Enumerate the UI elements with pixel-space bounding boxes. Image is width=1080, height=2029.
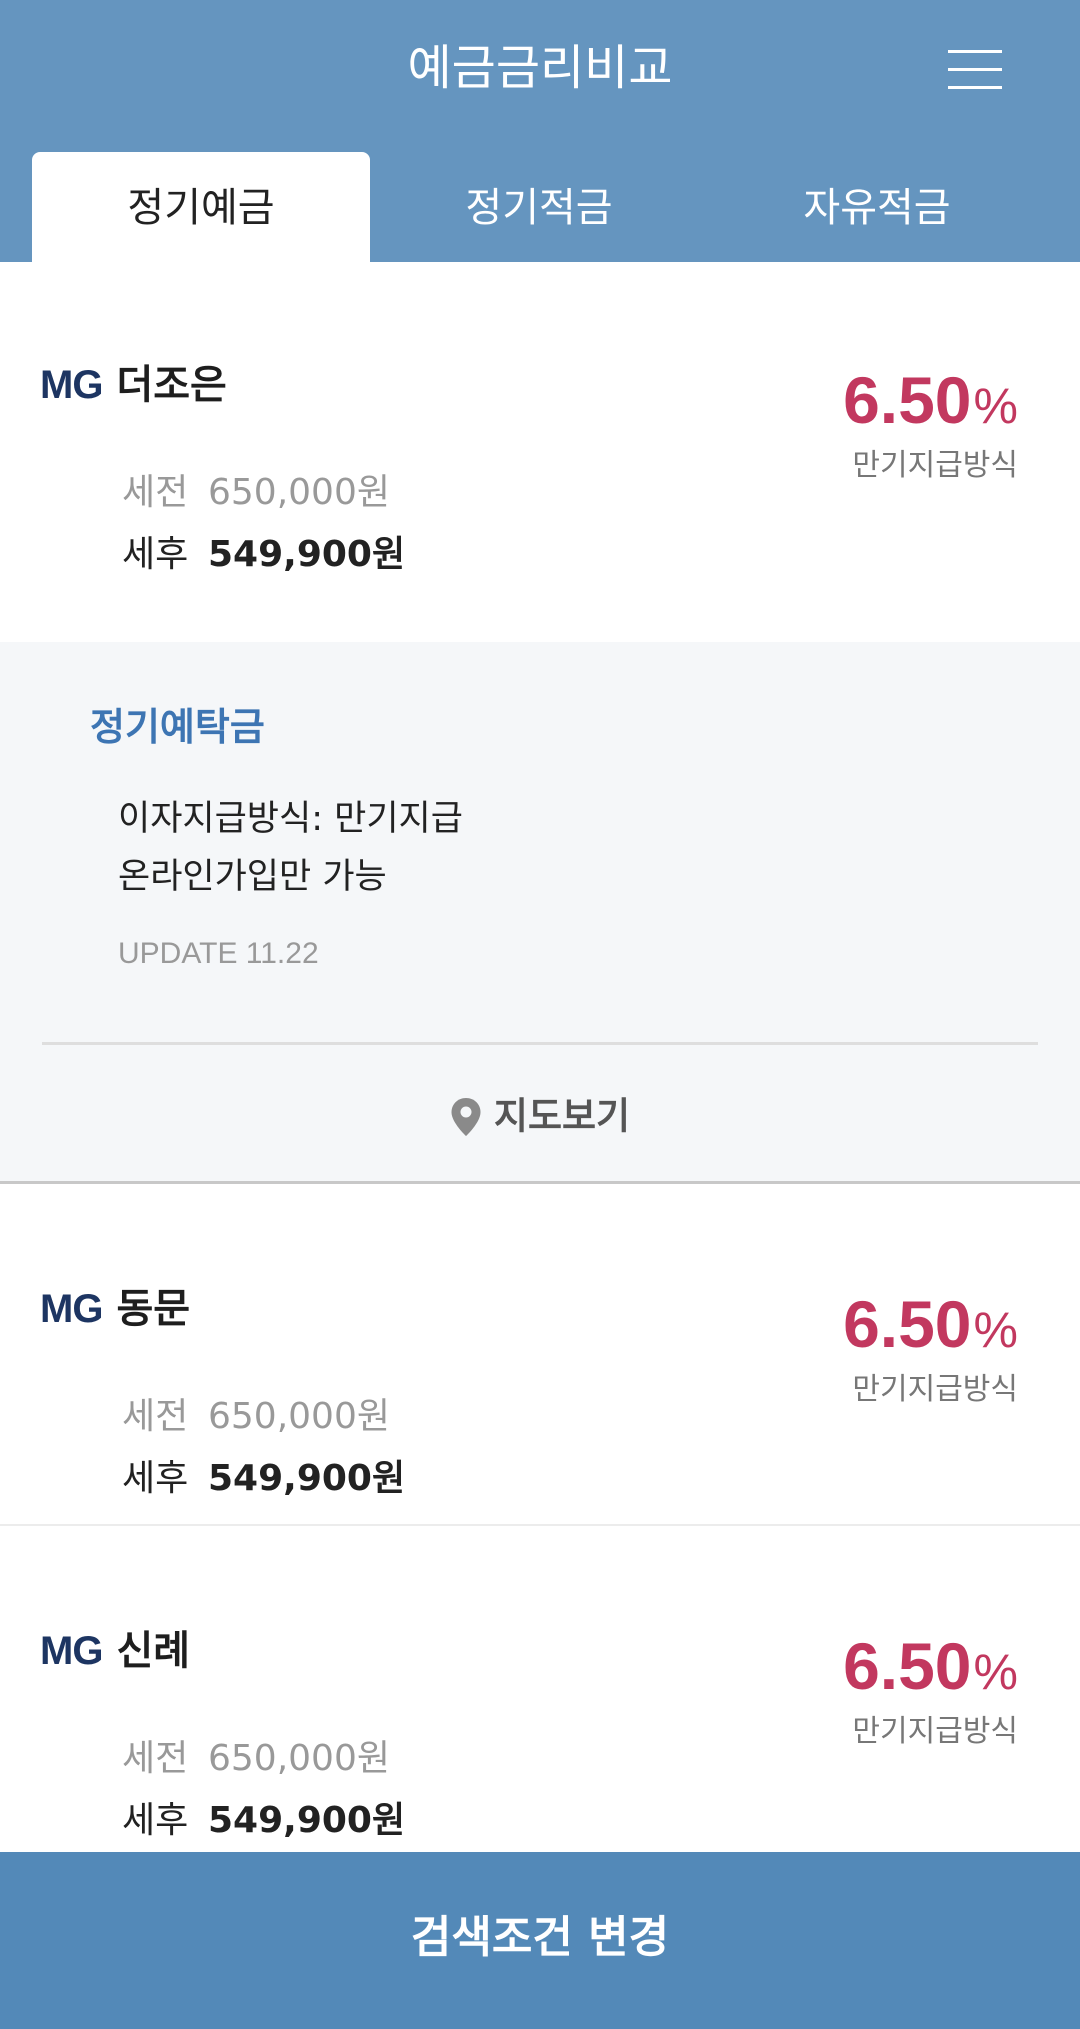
mg-logo: MG <box>40 363 103 407</box>
pre-tax-amount: 650,000원 <box>208 1738 390 1779</box>
rate-value: 6.50 <box>843 1629 972 1703</box>
rate-card[interactable]: MG 신례 세전 650,000원 세후 549,900원 6.50% 만기지급방식 <box>0 1528 1080 1852</box>
pre-tax-amount: 650,000원 <box>208 472 390 513</box>
product-tabs: 정기예금 정기적금 자유적금 <box>0 152 1080 262</box>
change-search-label: 검색조건 변경 <box>410 1912 670 1963</box>
product-detail-panel: 정기예탁금 이자지급방식: 만기지급 온라인가입만 가능 UPDATE 11.2… <box>0 642 1080 1184</box>
map-pin-icon <box>451 1097 481 1136</box>
post-tax-amount: 549,900원 <box>208 1800 406 1841</box>
mg-logo: MG <box>40 1287 103 1331</box>
page-title: 예금금리비교 <box>407 40 673 96</box>
interest-rate: 6.50% <box>843 1286 1018 1368</box>
rate-unit: % <box>973 378 1018 434</box>
post-tax-label: 세후 <box>122 534 189 575</box>
interest-rate: 6.50% <box>843 362 1018 444</box>
menu-line <box>948 50 1002 53</box>
pre-tax-label: 세전 <box>122 1738 189 1779</box>
branch-name: 더조은 <box>116 362 227 408</box>
menu-line <box>948 68 1002 71</box>
branch-name: 신례 <box>116 1628 191 1674</box>
mg-logo: MG <box>40 1629 103 1673</box>
post-tax-row: 세후 549,900원 <box>122 530 405 580</box>
view-map-label: 지도보기 <box>493 1094 631 1138</box>
rate-card[interactable]: MG 더조은 세전 650,000원 세후 549,900원 6.50% 만기지급방식 <box>0 262 1080 642</box>
tab-free-savings[interactable]: 자유적금 <box>708 152 1046 262</box>
post-tax-row: 세후 549,900원 <box>122 1796 405 1846</box>
online-only-info: 온라인가입만 가능 <box>118 857 387 897</box>
tab-fixed-deposit[interactable]: 정기예금 <box>32 152 370 262</box>
divider <box>42 1042 1038 1045</box>
pre-tax-label: 세전 <box>122 472 189 513</box>
bank-name: MG 신례 <box>40 1626 190 1676</box>
rate-card[interactable]: MG 동문 세전 650,000원 세후 549,900원 6.50% 만기지급방식 <box>0 1186 1080 1526</box>
bank-name: MG 동문 <box>40 1284 190 1334</box>
rate-unit: % <box>973 1302 1018 1358</box>
app-header: 예금금리비교 정기예금 정기적금 자유적금 <box>0 0 1080 262</box>
bank-name: MG 더조은 <box>40 360 227 410</box>
tab-installment-savings[interactable]: 정기적금 <box>370 152 708 262</box>
post-tax-label: 세후 <box>122 1800 189 1841</box>
hamburger-menu-icon[interactable] <box>948 42 1010 94</box>
rate-value: 6.50 <box>843 363 972 437</box>
rate-value: 6.50 <box>843 1287 972 1361</box>
pre-tax-label: 세전 <box>122 1396 189 1437</box>
post-tax-row: 세후 549,900원 <box>122 1454 405 1504</box>
rate-unit: % <box>973 1644 1018 1700</box>
pre-tax-row: 세전 650,000원 <box>122 1734 390 1784</box>
branch-name: 동문 <box>116 1286 191 1332</box>
post-tax-amount: 549,900원 <box>208 1458 406 1499</box>
payment-method: 만기지급방식 <box>852 448 1018 483</box>
view-map-button[interactable]: 지도보기 <box>0 1052 1080 1182</box>
interest-rate: 6.50% <box>843 1628 1018 1710</box>
menu-line <box>948 86 1002 89</box>
interest-payment-info: 이자지급방식: 만기지급 <box>118 799 463 839</box>
change-search-button[interactable]: 검색조건 변경 <box>0 1852 1080 2029</box>
product-name: 정기예탁금 <box>90 705 265 749</box>
post-tax-amount: 549,900원 <box>208 534 406 575</box>
payment-method: 만기지급방식 <box>852 1372 1018 1407</box>
pre-tax-amount: 650,000원 <box>208 1396 390 1437</box>
payment-method: 만기지급방식 <box>852 1714 1018 1749</box>
pre-tax-row: 세전 650,000원 <box>122 468 390 518</box>
pre-tax-row: 세전 650,000원 <box>122 1392 390 1442</box>
post-tax-label: 세후 <box>122 1458 189 1499</box>
update-date: UPDATE 11.22 <box>118 937 319 970</box>
